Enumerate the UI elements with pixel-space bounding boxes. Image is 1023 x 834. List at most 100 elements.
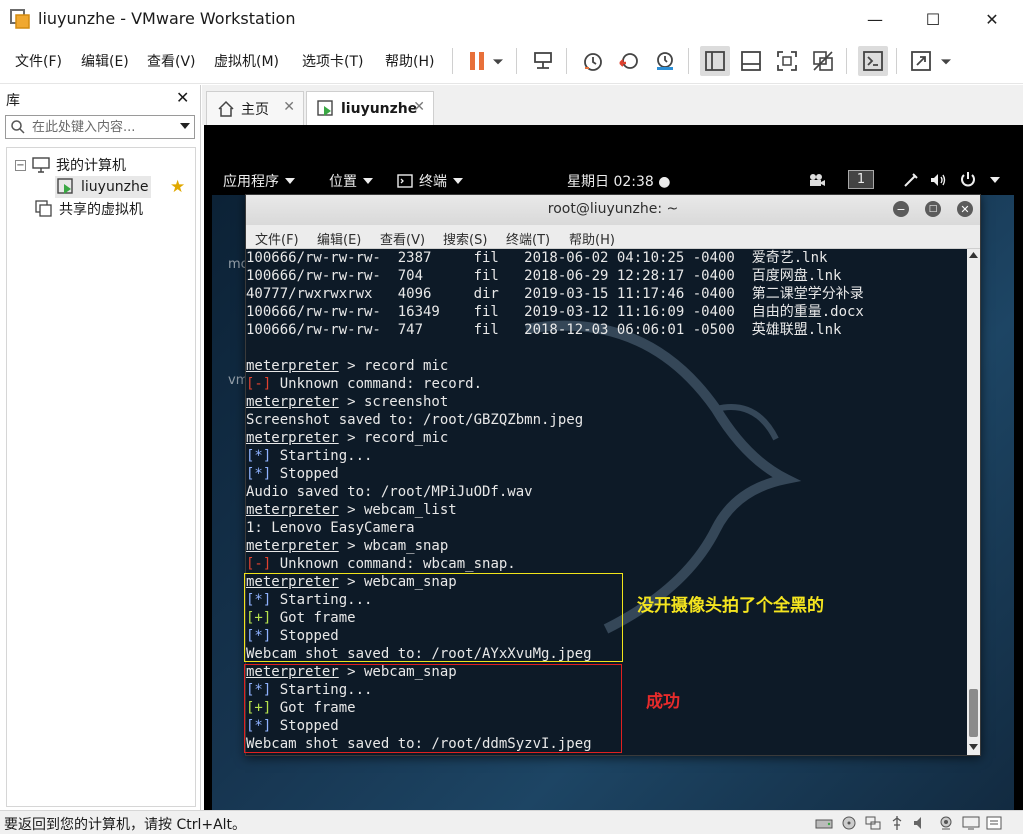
library-search-input[interactable] — [32, 118, 172, 136]
menu-vm[interactable]: 虚拟机(M) — [214, 51, 279, 71]
tree-item-my-computer[interactable]: − 我的计算机 — [15, 154, 126, 176]
stretch-dropdown[interactable] — [936, 46, 956, 76]
gnome-applications-menu[interactable]: 应用程序 — [223, 171, 295, 191]
terminal-titlebar: root@liuyunzhe: ~ − □ ✕ — [246, 195, 980, 225]
console-view-button[interactable] — [858, 46, 888, 76]
terminal-command: > record_mic — [338, 430, 449, 446]
revert-snapshot-button[interactable] — [614, 46, 644, 76]
terminal-menu-help[interactable]: 帮助(H) — [569, 229, 615, 248]
library-search-box[interactable] — [5, 115, 195, 139]
terminal-file-row: 100666/rw-rw-rw- 704 fil 2018-06-29 12:2… — [246, 268, 842, 284]
terminal-message: Starting... — [271, 448, 373, 464]
power-icon[interactable] — [959, 171, 977, 189]
cd-drive-icon[interactable] — [840, 815, 858, 831]
collapse-icon[interactable]: − — [15, 159, 26, 171]
tab-vm-liuyunzhe[interactable]: liuyunzhe ✕ — [306, 91, 434, 125]
terminal-menu-terminal[interactable]: 终端(T) — [506, 229, 550, 248]
vmware-logo-icon — [10, 9, 30, 29]
terminal-menu-search[interactable]: 搜索(S) — [443, 229, 487, 248]
send-ctrl-alt-del-button[interactable] — [528, 46, 558, 76]
tree-item-shared-vms[interactable]: 共享的虚拟机 — [35, 198, 143, 220]
toolbar-separator — [452, 48, 453, 74]
maximize-button[interactable]: ☐ — [910, 4, 956, 34]
terminal-status-tag: [-] — [246, 556, 272, 572]
terminal-command: > wbcam_snap — [338, 538, 449, 554]
terminal-minimize-button[interactable]: − — [893, 201, 909, 217]
camera-device-icon[interactable] — [937, 815, 955, 831]
gnome-terminal-menu[interactable]: 终端 — [397, 171, 463, 191]
terminal-command: > screenshot — [338, 394, 449, 410]
status-bar: 要返回到您的计算机，请按 Ctrl+Alt。 — [0, 810, 1023, 834]
hard-disk-icon[interactable] — [815, 815, 833, 831]
sidebar-layout-icon — [705, 51, 725, 71]
gnome-clock[interactable]: 星期日 02:38 ● — [567, 171, 670, 191]
workspace-indicator[interactable]: 1 — [848, 170, 874, 189]
vm-running-icon — [317, 99, 333, 116]
camera-recording-icon[interactable] — [808, 173, 826, 187]
gnome-places-menu[interactable]: 位置 — [329, 171, 373, 191]
unity-button[interactable] — [808, 46, 838, 76]
usb-icon[interactable] — [888, 815, 906, 831]
terminal-line: Screenshot saved to: /root/GBZQZbmn.jpeg — [246, 412, 584, 428]
menu-help[interactable]: 帮助(H) — [385, 51, 434, 71]
scroll-down-icon[interactable] — [969, 743, 978, 751]
network-wired-icon[interactable] — [903, 172, 919, 188]
terminal-scrollbar-thumb[interactable] — [969, 689, 978, 737]
library-close-icon[interactable]: ✕ — [176, 88, 189, 107]
thumbnail-bar-button[interactable] — [736, 46, 766, 76]
fullscreen-icon — [777, 51, 797, 71]
message-log-icon[interactable] — [985, 815, 1003, 831]
tree-item-vm-liuyunzhe[interactable]: liuyunzhe — [55, 176, 151, 198]
terminal-menu-edit[interactable]: 编辑(E) — [317, 229, 361, 248]
window-title: liuyunzhe - VMware Workstation — [38, 9, 296, 28]
display-icon[interactable] — [962, 815, 980, 831]
shared-vms-icon — [35, 200, 52, 217]
search-icon — [11, 120, 25, 134]
terminal-file-row: 100666/rw-rw-rw- 16349 fil 2019-03-12 11… — [246, 304, 864, 320]
terminal-maximize-button[interactable]: □ — [925, 201, 941, 217]
toolbar-separator — [896, 48, 897, 74]
terminal-line: meterpreter > record_mic — [246, 429, 448, 447]
volume-icon[interactable] — [929, 172, 947, 188]
pause-dropdown[interactable] — [488, 46, 508, 76]
terminal-menu-file[interactable]: 文件(F) — [255, 229, 299, 248]
menu-tabs[interactable]: 选项卡(T) — [302, 51, 363, 71]
favorite-star-icon[interactable]: ★ — [170, 177, 185, 197]
gnome-places-label: 位置 — [329, 174, 357, 190]
terminal-close-button[interactable]: ✕ — [957, 201, 973, 217]
full-screen-button[interactable] — [772, 46, 802, 76]
snapshot-button[interactable] — [578, 46, 608, 76]
menu-file[interactable]: 文件(F) — [15, 51, 62, 71]
terminal-menu-view[interactable]: 查看(V) — [380, 229, 425, 248]
snapshot-manager-button[interactable] — [650, 46, 680, 76]
meterpreter-prompt: meterpreter — [246, 358, 339, 374]
tab-home-close-icon[interactable]: ✕ — [283, 99, 295, 115]
tab-vm-close-icon[interactable]: ✕ — [413, 99, 425, 115]
revert-icon — [619, 53, 638, 69]
terminal-scrollbar[interactable] — [967, 249, 980, 755]
close-button[interactable]: ✕ — [969, 4, 1015, 34]
terminal-message: Stopped — [271, 466, 339, 482]
gnome-terminal-label: 终端 — [419, 174, 447, 190]
terminal-line: meterpreter > wbcam_snap — [246, 537, 448, 555]
terminal-message: Unknown command: record. — [271, 376, 483, 392]
sound-card-icon[interactable] — [912, 815, 930, 831]
bottom-panel-icon — [741, 51, 761, 71]
chevron-down-icon[interactable] — [179, 120, 191, 132]
menu-edit[interactable]: 编辑(E) — [81, 51, 129, 71]
minimize-button[interactable]: — — [852, 4, 898, 34]
library-header: 库 ✕ — [0, 85, 200, 113]
chevron-down-icon[interactable] — [990, 177, 1000, 183]
vm-running-icon — [57, 178, 73, 194]
network-adapter-icon[interactable] — [864, 815, 882, 831]
show-library-button[interactable] — [700, 46, 730, 76]
stretch-button[interactable] — [906, 46, 936, 76]
scroll-up-icon[interactable] — [969, 251, 978, 259]
keyboard-network-icon — [534, 52, 552, 69]
tab-vm-label: liuyunzhe — [341, 100, 418, 117]
tab-home[interactable]: 主页 ✕ — [206, 91, 304, 125]
computer-icon — [32, 157, 50, 173]
menu-view[interactable]: 查看(V) — [147, 51, 196, 71]
terminal-status-tag: [*] — [246, 448, 272, 464]
meterpreter-prompt: meterpreter — [246, 502, 339, 518]
